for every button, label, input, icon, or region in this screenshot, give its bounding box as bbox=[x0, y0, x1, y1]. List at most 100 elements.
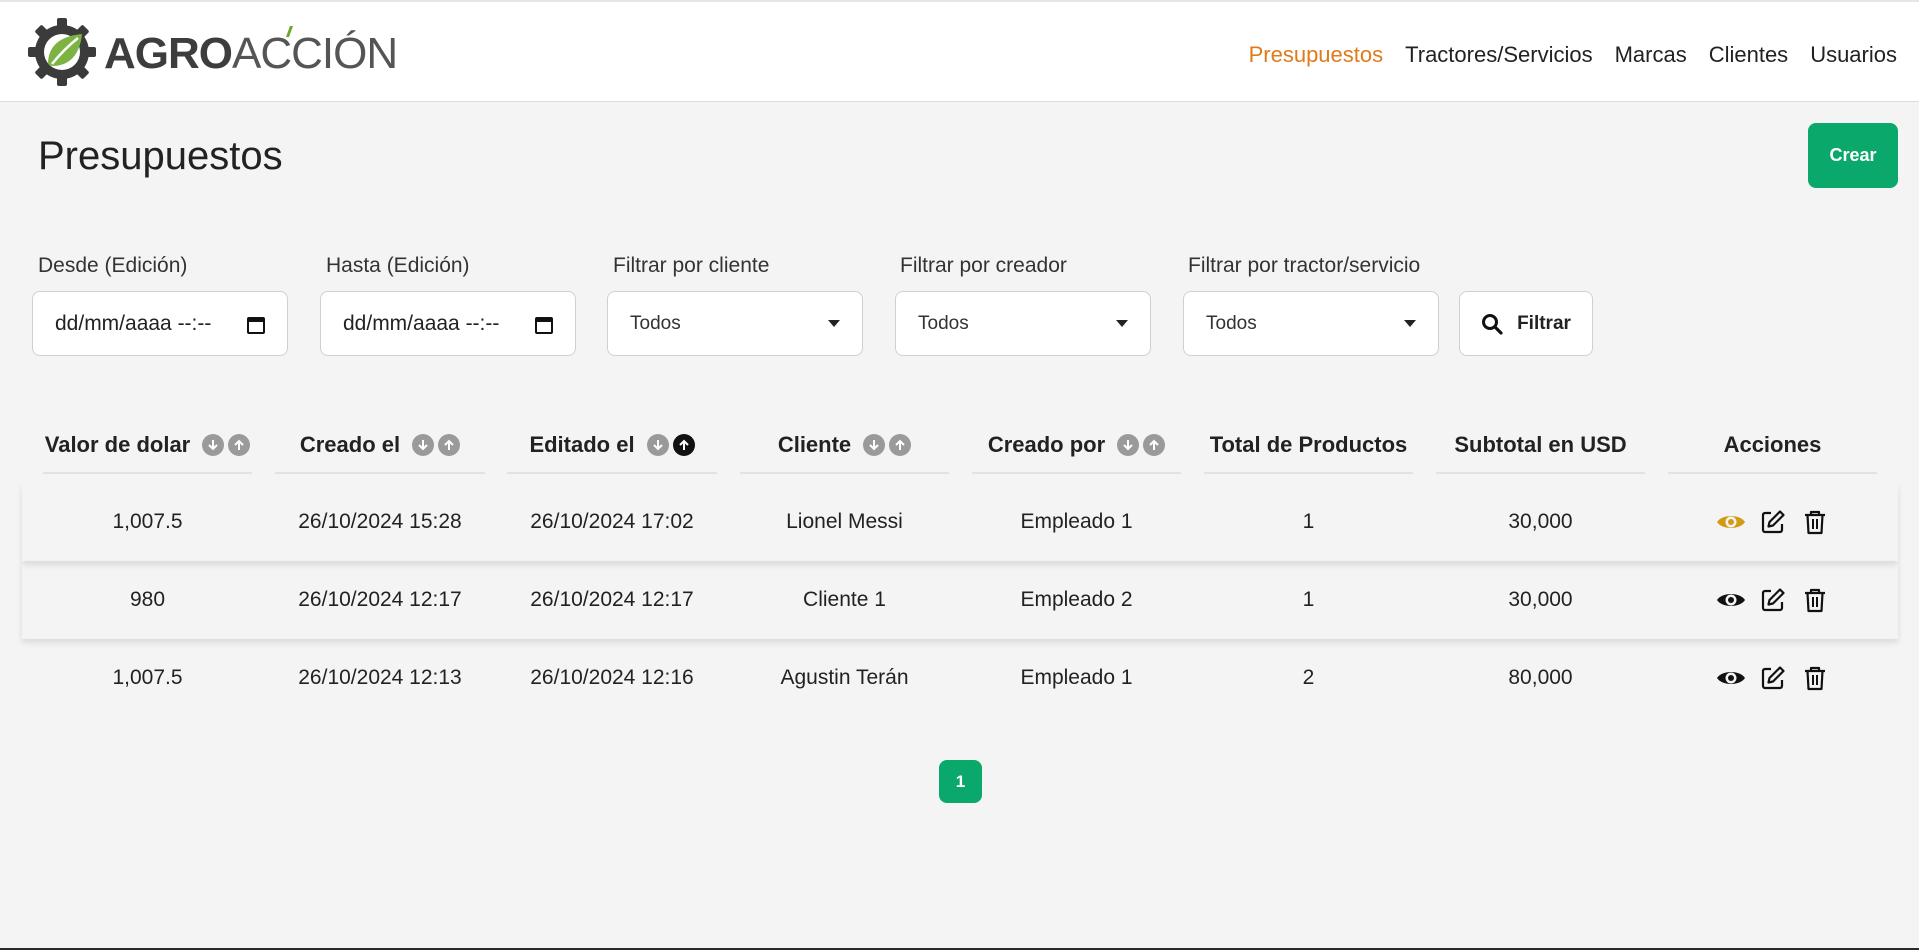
table-row: 1,007.5 26/10/2024 12:13 26/10/2024 12:1… bbox=[22, 639, 1898, 717]
chevron-down-icon bbox=[828, 320, 840, 327]
page-title: Presupuestos bbox=[38, 134, 283, 178]
sort-down-icon[interactable] bbox=[863, 434, 886, 456]
cell-creado-el: 26/10/2024 15:28 bbox=[298, 510, 462, 533]
tractor-select[interactable]: Todos bbox=[1183, 291, 1439, 356]
top-navbar: AGROACCIÓN Presupuestos Tractores/Servic… bbox=[0, 0, 1919, 102]
row-actions bbox=[1668, 639, 1877, 717]
row-actions bbox=[1668, 561, 1877, 639]
sort-down-icon[interactable] bbox=[202, 434, 225, 456]
brand-name-light: ACCIÓN bbox=[232, 29, 398, 78]
eye-icon[interactable] bbox=[1716, 663, 1746, 693]
table-row: 1,007.5 26/10/2024 15:28 26/10/2024 17:0… bbox=[22, 483, 1898, 561]
cell-creado-el: 26/10/2024 12:17 bbox=[298, 588, 462, 611]
hasta-label: Hasta (Edición) bbox=[326, 254, 470, 277]
th-cliente: Cliente bbox=[740, 418, 949, 474]
cell-valor-dolar: 1,007.5 bbox=[112, 666, 183, 689]
th-valor-dolar-label: Valor de dolar bbox=[44, 432, 191, 457]
edit-icon[interactable] bbox=[1758, 663, 1788, 693]
edit-icon[interactable] bbox=[1758, 585, 1788, 615]
tractor-select-value: Todos bbox=[1206, 312, 1257, 334]
th-creado-por: Creado por bbox=[972, 418, 1181, 474]
cell-total-productos: 1 bbox=[1302, 510, 1315, 533]
pagination-page-1[interactable]: 1 bbox=[939, 760, 982, 803]
eye-icon[interactable] bbox=[1716, 585, 1746, 615]
filter-button-label: Filtrar bbox=[1517, 312, 1571, 334]
sort-down-icon[interactable] bbox=[412, 434, 435, 456]
cell-valor-dolar: 1,007.5 bbox=[112, 510, 183, 533]
th-acciones-label: Acciones bbox=[1723, 432, 1822, 457]
nav-tractores-servicios[interactable]: Tractores/Servicios bbox=[1405, 42, 1592, 68]
creador-select-value: Todos bbox=[918, 312, 969, 334]
nav-usuarios[interactable]: Usuarios bbox=[1810, 42, 1897, 68]
gear-leaf-logo-icon bbox=[28, 18, 96, 86]
creador-filter-label: Filtrar por creador bbox=[900, 254, 1067, 277]
sort-up-icon[interactable] bbox=[672, 434, 695, 456]
cell-creado-por: Empleado 2 bbox=[1020, 588, 1133, 611]
nav-marcas[interactable]: Marcas bbox=[1615, 42, 1687, 68]
sort-controls bbox=[1117, 434, 1166, 456]
th-acciones: Acciones bbox=[1668, 418, 1877, 474]
hasta-date-input[interactable]: dd/mm/aaaa --:-- bbox=[320, 291, 576, 356]
sort-up-icon[interactable] bbox=[1143, 434, 1166, 456]
sort-down-icon[interactable] bbox=[1117, 434, 1140, 456]
sort-down-icon[interactable] bbox=[646, 434, 669, 456]
th-cliente-label: Cliente bbox=[777, 432, 852, 457]
cell-cliente: Cliente 1 bbox=[803, 588, 886, 611]
cell-creado-el: 26/10/2024 12:13 bbox=[298, 666, 462, 689]
cliente-select[interactable]: Todos bbox=[607, 291, 863, 356]
cell-valor-dolar: 980 bbox=[129, 588, 166, 611]
cell-editado-el: 26/10/2024 12:17 bbox=[530, 588, 694, 611]
cell-subtotal-usd: 30,000 bbox=[1508, 510, 1573, 533]
row-actions bbox=[1668, 483, 1877, 561]
th-subtotal-usd: Subtotal en USD bbox=[1436, 418, 1645, 474]
sort-controls bbox=[412, 434, 461, 456]
th-editado-el-label: Editado el bbox=[529, 432, 635, 457]
create-button[interactable]: Crear bbox=[1808, 123, 1898, 188]
sort-up-icon[interactable] bbox=[889, 434, 912, 456]
trash-icon[interactable] bbox=[1800, 507, 1830, 537]
cell-total-productos: 1 bbox=[1302, 588, 1315, 611]
cell-editado-el: 26/10/2024 12:16 bbox=[530, 666, 694, 689]
sort-up-icon[interactable] bbox=[228, 434, 251, 456]
main-nav: Presupuestos Tractores/Servicios Marcas … bbox=[1249, 42, 1897, 68]
desde-date-value: dd/mm/aaaa --:-- bbox=[55, 311, 212, 335]
chevron-down-icon bbox=[1404, 320, 1416, 327]
tractor-filter-label: Filtrar por tractor/servicio bbox=[1188, 254, 1421, 277]
th-creado-el: Creado el bbox=[275, 418, 485, 474]
sort-controls bbox=[646, 434, 695, 456]
th-subtotal-usd-label: Subtotal en USD bbox=[1454, 432, 1627, 457]
cliente-select-value: Todos bbox=[630, 312, 681, 334]
th-total-productos-label: Total de Productos bbox=[1209, 432, 1408, 457]
cell-subtotal-usd: 80,000 bbox=[1508, 666, 1573, 689]
brand-name: AGROACCIÓN bbox=[104, 29, 398, 78]
sort-controls bbox=[202, 434, 251, 456]
cell-editado-el: 26/10/2024 17:02 bbox=[530, 510, 694, 533]
brand-logo[interactable]: AGROACCIÓN bbox=[26, 16, 398, 88]
cell-cliente: Agustin Terán bbox=[780, 666, 909, 689]
cell-cliente: Lionel Messi bbox=[786, 510, 903, 533]
edit-icon[interactable] bbox=[1758, 507, 1788, 537]
trash-icon[interactable] bbox=[1800, 663, 1830, 693]
trash-icon[interactable] bbox=[1800, 585, 1830, 615]
nav-clientes[interactable]: Clientes bbox=[1709, 42, 1788, 68]
sort-up-icon[interactable] bbox=[438, 434, 461, 456]
creador-select[interactable]: Todos bbox=[895, 291, 1151, 356]
calendar-icon[interactable] bbox=[535, 314, 553, 334]
cell-creado-por: Empleado 1 bbox=[1020, 666, 1133, 689]
th-editado-el: Editado el bbox=[507, 418, 717, 474]
cell-creado-por: Empleado 1 bbox=[1020, 510, 1133, 533]
nav-presupuestos[interactable]: Presupuestos bbox=[1249, 42, 1384, 68]
desde-date-input[interactable]: dd/mm/aaaa --:-- bbox=[32, 291, 288, 356]
eye-icon[interactable] bbox=[1716, 507, 1746, 537]
search-icon bbox=[1482, 313, 1503, 335]
table-row: 980 26/10/2024 12:17 26/10/2024 12:17 Cl… bbox=[22, 561, 1898, 639]
hasta-date-value: dd/mm/aaaa --:-- bbox=[343, 311, 500, 335]
th-total-productos: Total de Productos bbox=[1204, 418, 1413, 474]
cliente-filter-label: Filtrar por cliente bbox=[613, 254, 770, 277]
sort-controls bbox=[863, 434, 912, 456]
calendar-icon[interactable] bbox=[247, 314, 265, 334]
desde-label: Desde (Edición) bbox=[38, 254, 188, 277]
cell-subtotal-usd: 30,000 bbox=[1508, 588, 1573, 611]
filter-button[interactable]: Filtrar bbox=[1459, 291, 1593, 356]
th-creado-por-label: Creado por bbox=[987, 432, 1106, 457]
